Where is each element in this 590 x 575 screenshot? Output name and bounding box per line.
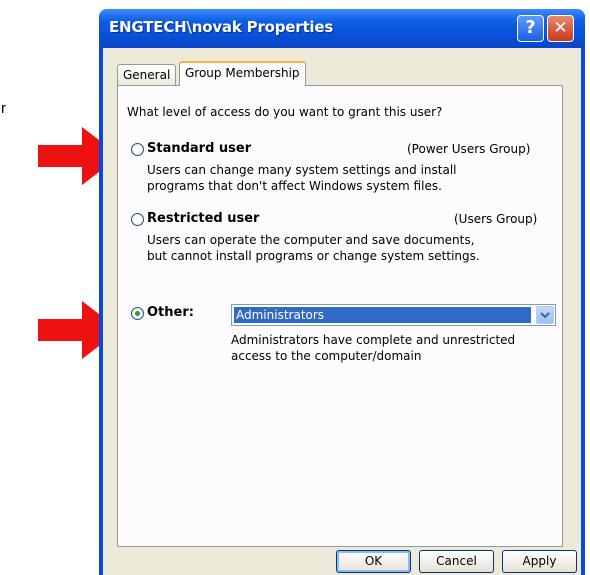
standard-user-group: (Power Users Group)	[407, 142, 531, 156]
restricted-user-label[interactable]: Restricted user	[147, 211, 259, 226]
standard-user-radio[interactable]	[131, 143, 144, 156]
close-icon: ✕	[553, 18, 568, 38]
tab-general-label: General	[123, 68, 171, 82]
restricted-user-desc-line-2: but cannot install programs or change sy…	[147, 249, 480, 263]
group-dropdown-value: Administrators	[234, 307, 531, 323]
help-button[interactable]: ?	[517, 15, 544, 42]
tab-general[interactable]: General	[117, 64, 177, 85]
standard-user-desc-line-2: programs that don't affect Windows syste…	[147, 179, 442, 193]
restricted-user-group: (Users Group)	[454, 212, 538, 226]
group-membership-panel: What level of access do you want to gran…	[117, 85, 563, 547]
apply-button-label: Apply	[522, 554, 557, 568]
dialog-client-area: General Group Membership What level of a…	[103, 48, 581, 575]
chevron-down-icon	[540, 312, 550, 319]
tab-group-membership[interactable]: Group Membership	[179, 61, 306, 86]
group-dropdown[interactable]: Administrators	[231, 304, 556, 326]
other-desc-line-2: access to the computer/domain	[231, 349, 422, 363]
title-bar[interactable]: ENGTECH\novak Properties ? ✕	[99, 9, 585, 48]
cancel-button[interactable]: Cancel	[419, 550, 494, 573]
access-question: What level of access do you want to gran…	[127, 105, 443, 119]
close-button[interactable]: ✕	[547, 15, 574, 42]
apply-button[interactable]: Apply	[502, 550, 577, 573]
standard-user-desc-line-1: Users can change many system settings an…	[147, 163, 457, 177]
other-label[interactable]: Other:	[147, 305, 194, 320]
ok-button-label: OK	[364, 554, 383, 568]
other-radio[interactable]	[131, 307, 144, 320]
other-desc-line-1: Administrators have complete and unrestr…	[231, 333, 516, 347]
tab-group-membership-label: Group Membership	[185, 66, 300, 80]
stray-text: r	[1, 100, 6, 117]
other-radio-selected-dot	[135, 311, 140, 316]
dropdown-button[interactable]	[536, 306, 554, 324]
properties-window: ENGTECH\novak Properties ? ✕ General Gro…	[99, 9, 585, 575]
restricted-user-desc-line-1: Users can operate the computer and save …	[147, 233, 475, 247]
ok-button[interactable]: OK	[336, 550, 411, 573]
help-icon: ?	[525, 17, 536, 38]
cancel-button-label: Cancel	[436, 554, 477, 568]
restricted-user-radio[interactable]	[131, 213, 144, 226]
window-title: ENGTECH\novak Properties	[109, 18, 334, 36]
standard-user-label[interactable]: Standard user	[147, 141, 251, 156]
